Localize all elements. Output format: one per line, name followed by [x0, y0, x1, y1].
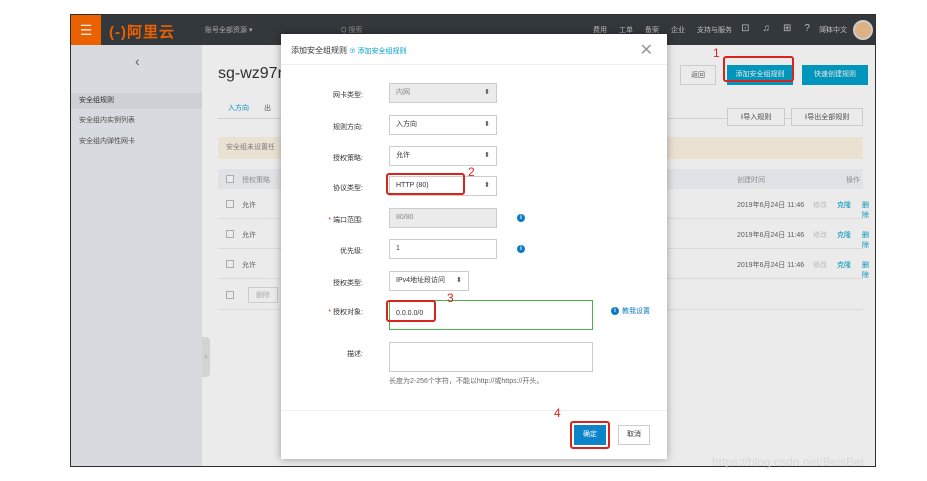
dialog-footer-divider [281, 410, 667, 411]
description-hint: 长度为2-256个字符，不能以http://或https://开头。 [389, 378, 544, 385]
dialog-title-text: 添加安全组规则 [291, 46, 347, 55]
chevron-updown-icon: ⬍ [456, 277, 462, 284]
auth-type-label: 授权类型: [333, 280, 363, 287]
highlight-box-1 [723, 56, 794, 82]
auth-type-value: IPv4地址段访问 [396, 277, 446, 284]
chevron-updown-icon: ⬍ [484, 121, 490, 128]
annotation-number-3: 3 [447, 291, 454, 305]
info-icon[interactable]: i [517, 214, 525, 222]
auth-object-label-text: 授权对象: [333, 309, 363, 316]
cancel-button[interactable]: 取消 [618, 425, 650, 445]
description-label: 描述: [347, 351, 363, 358]
description-textarea[interactable] [389, 342, 593, 372]
nic-type-label: 网卡类型: [333, 92, 363, 99]
auth-object-label: * 授权对象: [328, 309, 363, 316]
policy-select[interactable]: 允许 ⬍ [389, 146, 497, 166]
annotation-number-2: 2 [468, 165, 475, 179]
priority-label: 优先级: [340, 248, 363, 255]
highlight-box-2 [386, 173, 465, 195]
info-icon: i [611, 307, 619, 315]
port-range-label-text: 端口范围: [333, 217, 363, 224]
direction-label: 规则方向: [333, 124, 363, 131]
nic-type-value: 内网 [396, 89, 410, 96]
annotation-number-4: 4 [554, 406, 561, 420]
info-icon[interactable]: i [517, 245, 525, 253]
chevron-updown-icon: ⬍ [484, 89, 490, 96]
direction-select[interactable]: 入方向 ⬍ [389, 115, 497, 135]
dialog-title: 添加安全组规则 ⑦ 添加安全组规则 [291, 45, 406, 56]
auth-type-select[interactable]: IPv4地址段访问 ⬍ [389, 271, 469, 291]
annotation-number-1: 1 [713, 46, 720, 60]
add-rule-dialog: 添加安全组规则 ⑦ 添加安全组规则 ✕ 网卡类型: 内网 ⬍ 规则方向: 入方向… [281, 34, 667, 459]
port-range-input[interactable]: 80/80 [389, 208, 497, 228]
highlight-box-4 [570, 421, 610, 449]
priority-input[interactable]: 1 [389, 239, 497, 259]
policy-label: 授权策略: [333, 155, 363, 162]
chevron-updown-icon: ⬍ [484, 182, 490, 189]
close-icon[interactable]: ✕ [640, 40, 653, 60]
direction-value: 入方向 [396, 121, 417, 128]
chevron-updown-icon: ⬍ [484, 152, 490, 159]
dialog-divider [281, 64, 667, 65]
dialog-help-link[interactable]: ⑦ 添加安全组规则 [349, 48, 406, 55]
teach-me-text: 教我设置 [622, 308, 650, 315]
port-range-label: * 端口范围: [328, 217, 363, 224]
nic-type-select[interactable]: 内网 ⬍ [389, 83, 497, 103]
highlight-box-3 [386, 300, 436, 322]
teach-me-link[interactable]: i 教我设置 [611, 306, 650, 316]
watermark: https://blog.csdn.net/BeisBei [712, 455, 864, 469]
policy-value: 允许 [396, 152, 410, 159]
protocol-label: 协议类型: [333, 185, 363, 192]
